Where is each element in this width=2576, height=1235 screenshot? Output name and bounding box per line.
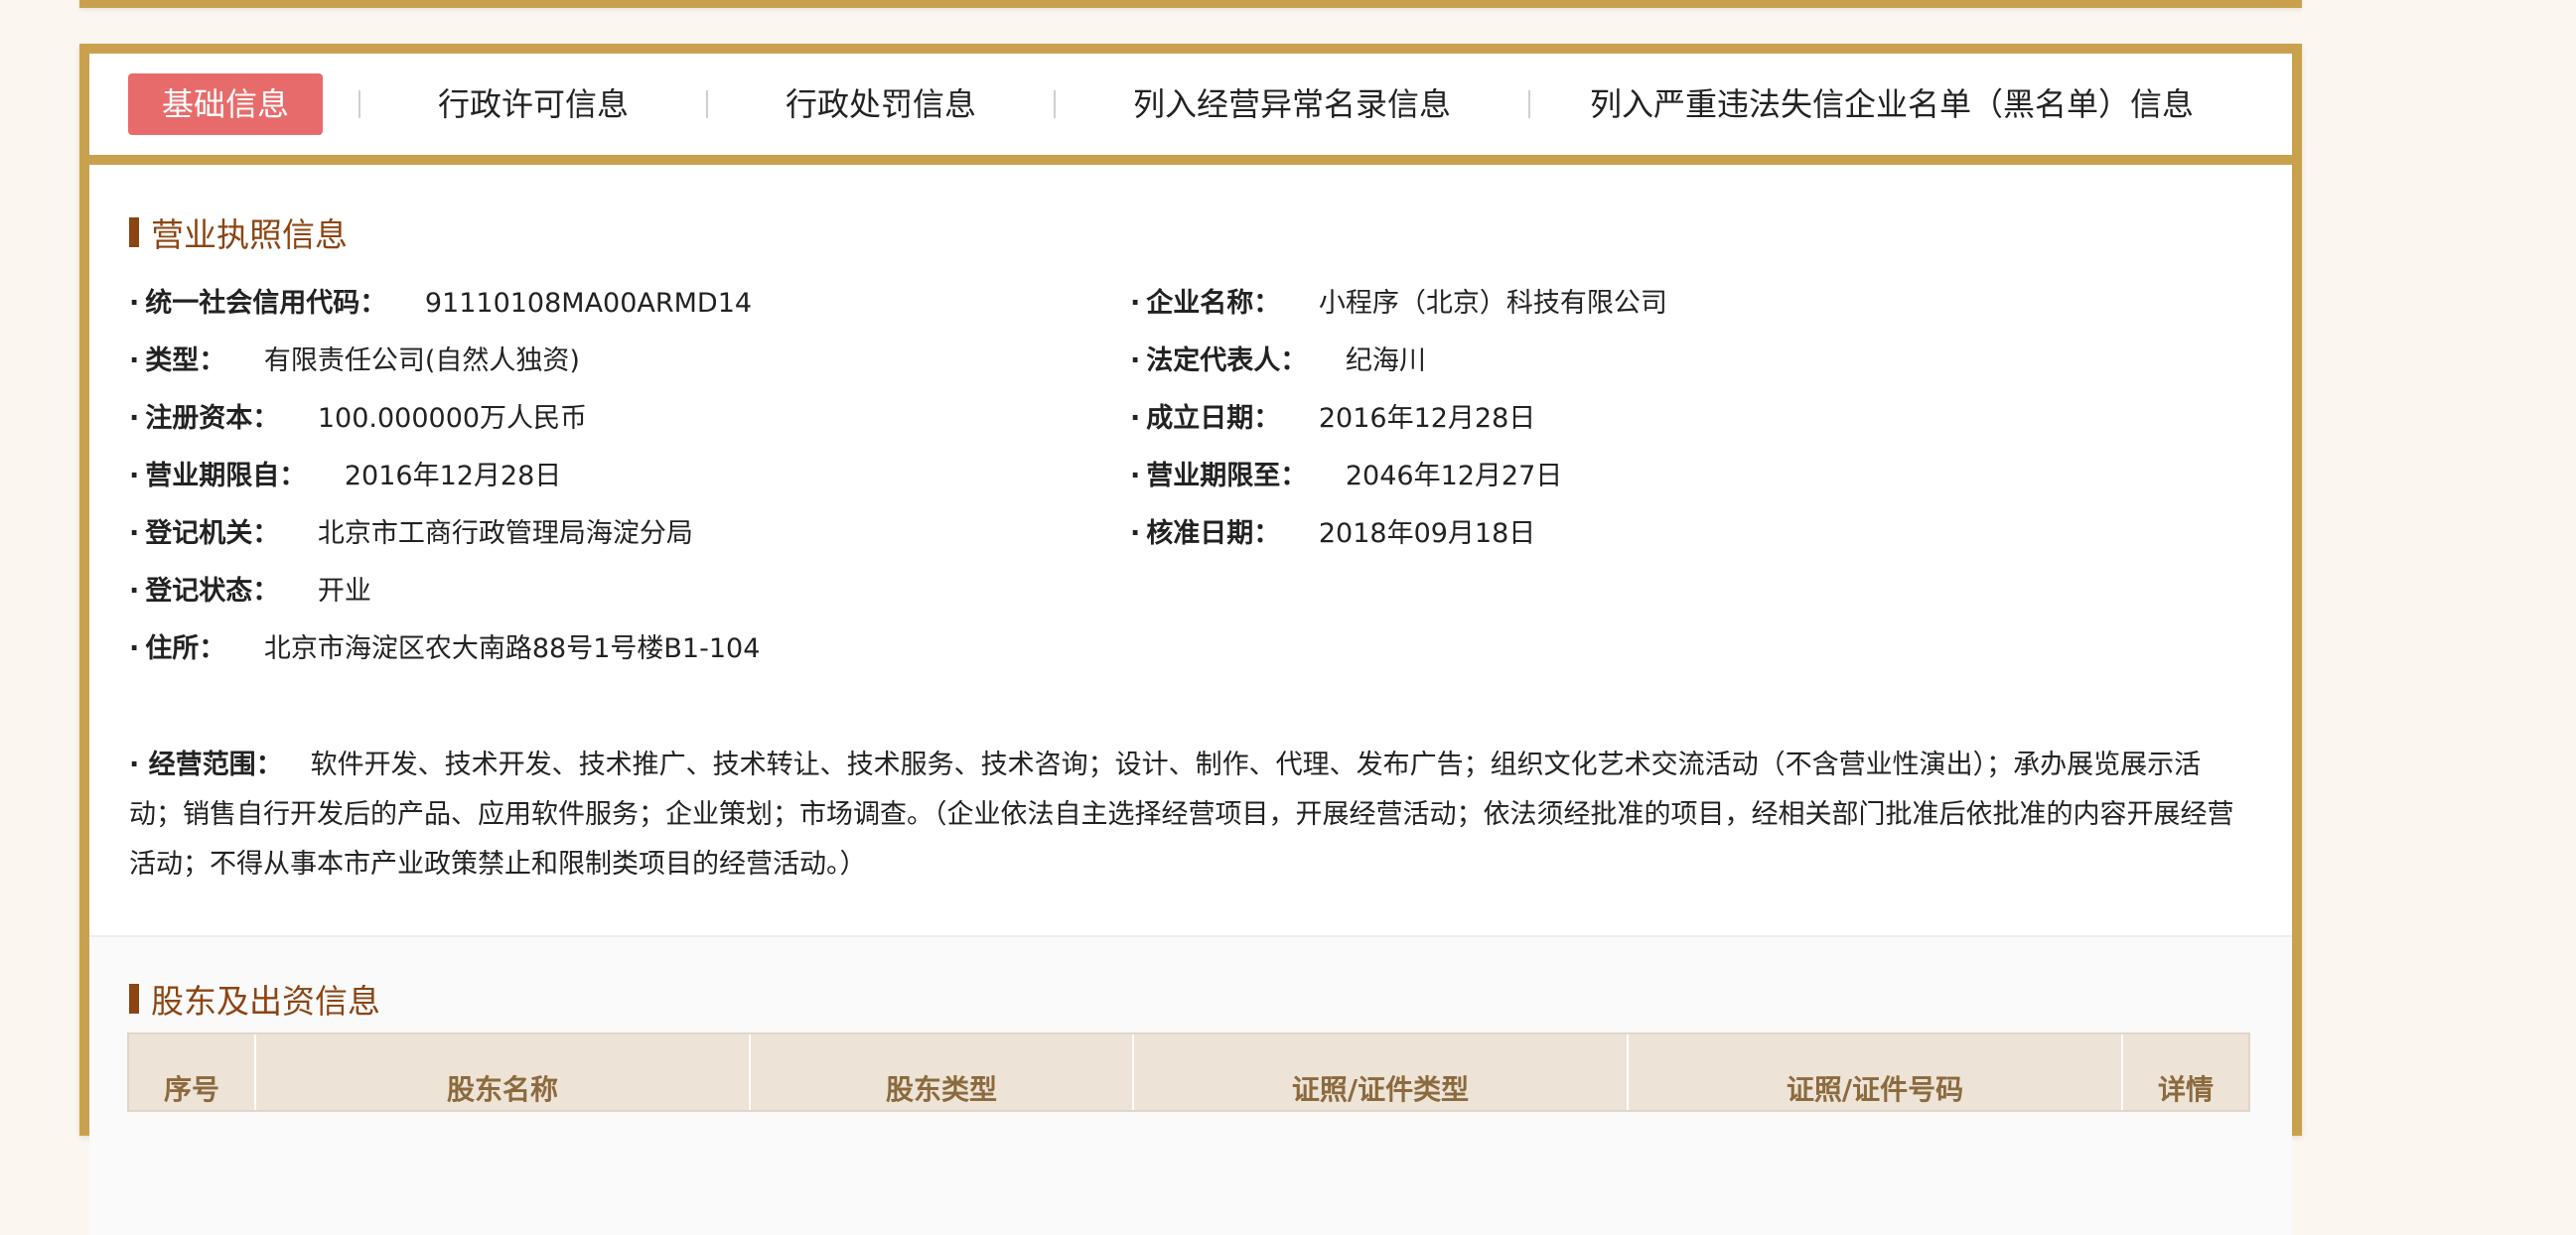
- tab-blacklist[interactable]: 列入严重违法失信企业名单（黑名单）信息: [1530, 73, 2253, 135]
- field-credit-code: · 统一社会信用代码： 91110108MA00ARMD14: [129, 288, 753, 319]
- tab-basic-info[interactable]: 基础信息: [128, 73, 324, 135]
- field-term-from: · 营业期限自： 2016年12月28日: [129, 461, 562, 491]
- column-header-index: 序号: [129, 1034, 256, 1110]
- field-capital: · 注册资本： 100.000000万人民币: [129, 403, 588, 434]
- previous-card-bottom: [79, 0, 2302, 8]
- field-founded-date: · 成立日期： 2016年12月28日: [1130, 403, 1536, 434]
- field-business-scope: · 经营范围： 软件开发、技术开发、技术推广、技术转让、技术服务、技术咨询；设计、…: [129, 750, 2234, 880]
- field-term-to: · 营业期限至： 2046年12月27日: [1130, 461, 1563, 491]
- field-registration-status: · 登记状态： 开业: [129, 576, 371, 607]
- column-header-id-type: 证照/证件类型: [1134, 1034, 1629, 1110]
- field-registration-authority: · 登记机关： 北京市工商行政管理局海淀分局: [129, 518, 693, 549]
- shareholder-table-header: 序号 股东名称 股东类型 证照/证件类型 证照/证件号码 详情: [127, 1032, 2250, 1112]
- business-license-title: 营业执照信息: [129, 208, 348, 256]
- title-bar-icon: [129, 217, 139, 247]
- field-company-name: · 企业名称： 小程序（北京）科技有限公司: [1130, 288, 1667, 319]
- column-header-type: 股东类型: [751, 1034, 1134, 1110]
- business-license-section: 营业执照信息 · 统一社会信用代码： 91110108MA00ARMD14 · 企业…: [89, 165, 2292, 935]
- tab-abnormal-list[interactable]: 列入经营异常名录信息: [1056, 73, 1528, 135]
- column-header-name: 股东名称: [256, 1034, 751, 1110]
- field-type: · 类型： 有限责任公司(自然人独资): [129, 345, 580, 376]
- company-info-card: 基础信息 行政许可信息 行政处罚信息 列入经营异常名录信息 列入严重违法失信企业…: [79, 44, 2302, 1235]
- tab-admin-license[interactable]: 行政许可信息: [360, 73, 706, 135]
- tab-admin-penalty[interactable]: 行政处罚信息: [708, 73, 1054, 135]
- title-bar-icon: [129, 984, 139, 1014]
- column-header-details: 详情: [2157, 1073, 2214, 1106]
- field-address: · 住所： 北京市海淀区农大南路88号1号楼B1-104: [129, 633, 761, 664]
- field-approved-date: · 核准日期： 2018年09月18日: [1130, 518, 1536, 549]
- field-legal-rep: · 法定代表人： 纪海川: [1130, 345, 1426, 376]
- column-header-id-number: 证照/证件号码: [1629, 1034, 2123, 1110]
- info-tabbar: 基础信息 行政许可信息 行政处罚信息 列入经营异常名录信息 列入严重违法失信企业…: [89, 54, 2292, 165]
- shareholder-title: 股东及出资信息: [129, 975, 380, 1023]
